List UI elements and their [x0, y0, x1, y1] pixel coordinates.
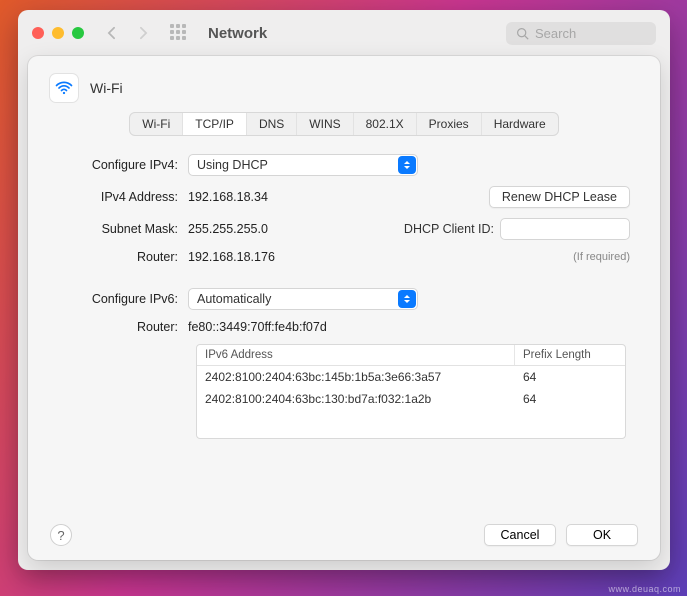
sheet-body: Configure IPv4: Using DHCP IPv4 Address:…	[50, 154, 638, 514]
ipv6-address-cell: 2402:8100:2404:63bc:145b:1b5a:3e66:3a57	[197, 368, 515, 386]
window-controls	[32, 27, 84, 39]
ipv6-router-value: fe80::3449:70ff:fe4b:f07d	[188, 320, 327, 334]
forward-button[interactable]	[132, 22, 154, 44]
sheet-title: Wi-Fi	[90, 80, 123, 96]
table-row: 2402:8100:2404:63bc:130:bd7a:f032:1a2b 6…	[197, 388, 625, 410]
ipv6-table-header-prefix[interactable]: Prefix Length	[515, 345, 625, 365]
back-button[interactable]	[100, 22, 122, 44]
configure-ipv4-label: Configure IPv4:	[58, 158, 188, 172]
watermark: www.deuaq.com	[608, 584, 681, 594]
subnet-mask-label: Subnet Mask:	[58, 222, 188, 236]
tab-wifi[interactable]: Wi-Fi	[130, 113, 183, 135]
system-preferences-window: Network Search Wi-Fi Wi-Fi TCP/IP DNS WI…	[18, 10, 670, 570]
ipv6-address-table: IPv6 Address Prefix Length 2402:8100:240…	[196, 344, 626, 439]
configure-ipv4-value: Using DHCP	[197, 158, 268, 172]
ipv4-router-label: Router:	[58, 250, 188, 264]
updown-icon	[398, 156, 416, 174]
search-field[interactable]: Search	[506, 22, 656, 45]
help-button[interactable]: ?	[50, 524, 72, 546]
minimize-window-button[interactable]	[52, 27, 64, 39]
ipv6-router-label: Router:	[58, 320, 188, 334]
ipv6-prefix-cell: 64	[515, 368, 625, 386]
ipv6-prefix-cell: 64	[515, 390, 625, 408]
search-icon	[516, 27, 529, 40]
window-title: Network	[208, 25, 267, 42]
tab-8021x[interactable]: 802.1X	[354, 113, 417, 135]
tab-strip: Wi-Fi TCP/IP DNS WINS 802.1X Proxies Har…	[129, 112, 558, 136]
dhcp-client-id-label: DHCP Client ID:	[404, 222, 494, 236]
ipv4-address-label: IPv4 Address:	[58, 190, 188, 204]
wifi-icon	[50, 74, 78, 102]
ipv4-address-value: 192.168.18.34	[188, 190, 268, 204]
fullscreen-window-button[interactable]	[72, 27, 84, 39]
subnet-mask-value: 255.255.255.0	[188, 222, 268, 236]
tab-proxies[interactable]: Proxies	[417, 113, 482, 135]
configure-ipv6-label: Configure IPv6:	[58, 292, 188, 306]
tab-bar: Wi-Fi TCP/IP DNS WINS 802.1X Proxies Har…	[50, 112, 638, 136]
search-placeholder: Search	[535, 26, 576, 41]
configure-ipv6-value: Automatically	[197, 292, 271, 306]
ok-button[interactable]: OK	[566, 524, 638, 546]
show-all-icon[interactable]	[170, 24, 188, 42]
renew-dhcp-lease-button[interactable]: Renew DHCP Lease	[489, 186, 630, 208]
dhcp-client-id-input[interactable]	[500, 218, 630, 240]
updown-icon	[398, 290, 416, 308]
tab-dns[interactable]: DNS	[247, 113, 297, 135]
close-window-button[interactable]	[32, 27, 44, 39]
tab-tcpip[interactable]: TCP/IP	[183, 113, 247, 135]
table-row: 2402:8100:2404:63bc:145b:1b5a:3e66:3a57 …	[197, 366, 625, 388]
network-advanced-sheet: Wi-Fi Wi-Fi TCP/IP DNS WINS 802.1X Proxi…	[28, 56, 660, 560]
titlebar: Network Search	[18, 10, 670, 56]
tab-hardware[interactable]: Hardware	[482, 113, 558, 135]
sheet-footer: ? Cancel OK	[50, 514, 638, 546]
sheet-header: Wi-Fi	[50, 74, 638, 102]
configure-ipv4-select[interactable]: Using DHCP	[188, 154, 418, 176]
dhcp-client-id-hint: (If required)	[573, 251, 630, 263]
ipv6-address-cell: 2402:8100:2404:63bc:130:bd7a:f032:1a2b	[197, 390, 515, 408]
configure-ipv6-select[interactable]: Automatically	[188, 288, 418, 310]
cancel-button[interactable]: Cancel	[484, 524, 556, 546]
ipv6-table-header-address[interactable]: IPv6 Address	[197, 345, 515, 365]
ipv4-router-value: 192.168.18.176	[188, 250, 275, 264]
tab-wins[interactable]: WINS	[297, 113, 353, 135]
